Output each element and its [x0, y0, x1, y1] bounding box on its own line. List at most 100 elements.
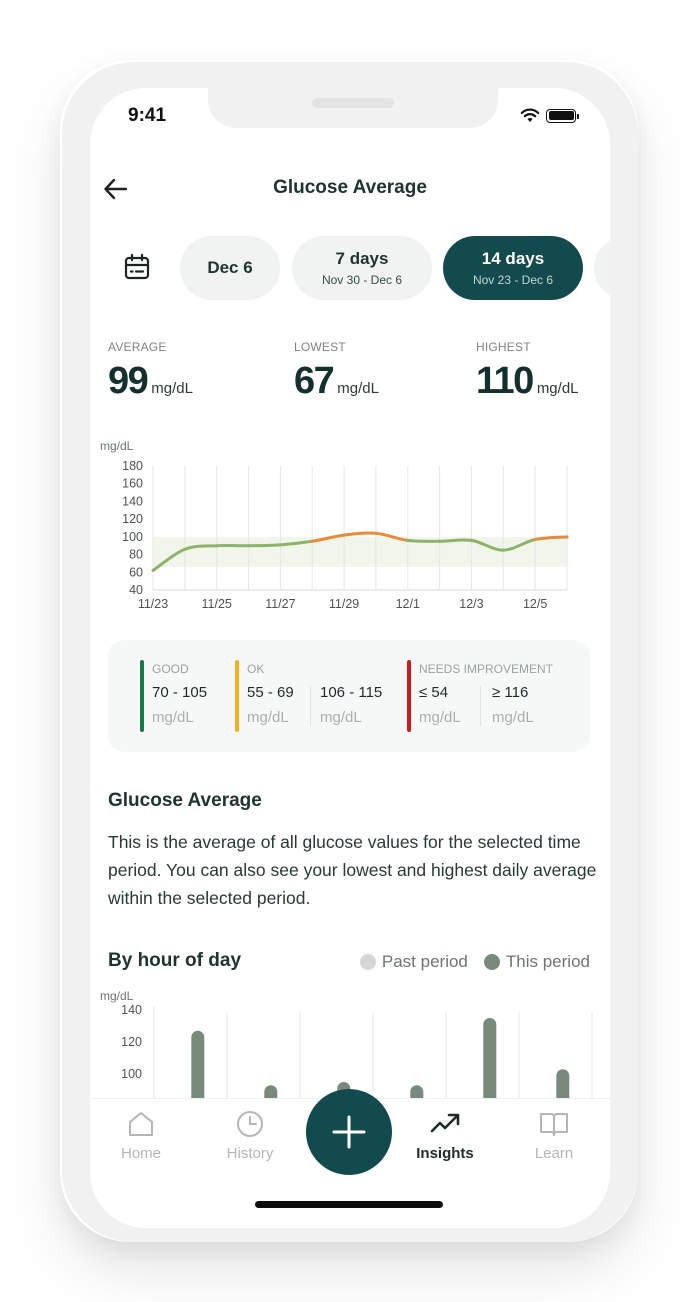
legend-good: GOOD 70 - 105 mg/dL — [140, 660, 230, 732]
tab-label: Home — [120, 1145, 161, 1162]
tab-home[interactable]: Home — [96, 1109, 186, 1162]
legend-good-bar — [140, 660, 144, 732]
bar-this-period — [556, 1069, 570, 1100]
y-tick-label: 120 — [122, 512, 143, 526]
status-time: 9:41 — [128, 105, 167, 126]
x-tick-label: 11/29 — [329, 597, 359, 611]
legend-past-period-label: Past period — [381, 952, 468, 971]
home-icon — [129, 1112, 153, 1136]
range-option-label: 14 days — [481, 249, 545, 268]
tab-learn[interactable]: Learn — [509, 1109, 599, 1162]
bar-this-period — [191, 1030, 205, 1100]
legend-range: 70 - 105 — [152, 684, 208, 701]
x-tick-label: 12/3 — [459, 597, 483, 611]
legend-range: ≥ 116 — [492, 684, 529, 701]
legend-divider — [310, 686, 311, 726]
x-tick-label: 12/5 — [523, 597, 547, 611]
legend-unit: mg/dL — [492, 709, 534, 726]
range-option-label: 7 days — [335, 249, 389, 268]
range-option-dates: Nov 23 - Dec 6 — [472, 273, 554, 287]
header: Glucose Average — [90, 174, 610, 204]
tab-label: Learn — [534, 1145, 574, 1162]
stat-unit: mg/dL — [337, 380, 379, 397]
status-icons — [520, 108, 579, 123]
legend-unit: mg/dL — [320, 709, 362, 726]
legend-needs-improvement: NEEDS IMPROVEMENT ≤ 54 mg/dL ≥ 116 mg/dL — [407, 660, 577, 732]
glucose-line-segment — [406, 538, 442, 543]
stat-unit: mg/dL — [151, 380, 193, 397]
y-axis-unit: mg/dL — [100, 990, 134, 1003]
tab-label: Insights — [416, 1145, 474, 1162]
glucose-line-chart: mg/dL 180 160 140 120 100 80 60 4011/23 11/25 11/2… — [100, 439, 569, 611]
speaker — [312, 98, 394, 108]
tab-insights[interactable]: Insights — [400, 1109, 490, 1162]
book-open-icon — [540, 1113, 568, 1136]
tab-history[interactable]: History — [205, 1109, 295, 1162]
range-option-14-days[interactable]: 14 days Nov 23 - Dec 6 — [443, 236, 583, 300]
tab-label: History — [226, 1145, 274, 1162]
legend-past-period[interactable]: Past period — [359, 952, 468, 972]
legend-ok-bar — [235, 660, 239, 732]
glucose-line-segment — [342, 531, 378, 537]
legend-this-period[interactable]: This period — [483, 952, 590, 972]
stat-label: LOWEST — [294, 340, 346, 354]
hour-of-day-header: By hour of day Past period This period — [108, 950, 590, 976]
hour-of-day-bar-chart: mg/dL140 120 100 — [100, 990, 593, 1100]
stat-highest: HIGHEST 110 mg/dL — [476, 340, 579, 403]
stats-row: AVERAGE 99 mg/dL LOWEST 67 mg/dL HIGHEST… — [108, 340, 598, 404]
range-option-day[interactable]: Dec 6 — [180, 236, 280, 300]
stat-average: AVERAGE 99 mg/dL — [108, 340, 193, 403]
hour-legend: Past period This period — [350, 952, 590, 972]
range-option-label: Dec 6 — [207, 258, 253, 277]
target-range-band — [153, 536, 567, 567]
notch — [208, 88, 498, 128]
y-tick-label: 100 — [121, 1067, 142, 1081]
hour-of-day-title: By hour of day — [108, 950, 242, 971]
range-legend-card: GOOD 70 - 105 mg/dL OK 55 - 69 mg/dL 106… — [108, 640, 590, 752]
y-tick-label: 180 — [122, 459, 143, 473]
legend-this-period-label: This period — [505, 952, 590, 971]
range-option-more[interactable] — [594, 236, 610, 300]
y-tick-label: 60 — [129, 565, 143, 579]
x-tick-label: 11/27 — [265, 597, 295, 611]
home-indicator — [255, 1201, 443, 1208]
stat-lowest: LOWEST 67 mg/dL — [294, 340, 379, 403]
description-body: This is the average of all glucose value… — [108, 832, 597, 908]
x-tick-label: 11/25 — [202, 597, 232, 611]
y-axis-unit: mg/dL — [100, 439, 134, 453]
legend-needs-improvement-bar — [407, 660, 411, 732]
range-option-7-days[interactable]: 7 days Nov 30 - Dec 6 — [292, 236, 432, 300]
page-title: Glucose Average — [273, 177, 427, 198]
stat-value: 110 — [476, 360, 534, 402]
phone-screen: 9:41 Glucose Average Dec 6 7 days Nov 30… — [90, 88, 610, 1228]
y-tick-label: 40 — [129, 583, 143, 597]
add-entry-button[interactable] — [306, 1089, 392, 1175]
x-tick-label: 12/1 — [396, 597, 420, 611]
legend-range: 55 - 69 — [247, 684, 294, 701]
legend-range: ≤ 54 — [419, 684, 449, 701]
legend-unit: mg/dL — [419, 709, 461, 726]
y-tick-label: 100 — [122, 530, 143, 544]
legend-unit: mg/dL — [247, 709, 289, 726]
past-period-dot-icon — [359, 954, 376, 970]
y-tick-label: 120 — [121, 1035, 142, 1049]
y-tick-label: 140 — [122, 494, 143, 508]
range-selector: Dec 6 7 days Nov 30 - Dec 6 14 days Nov … — [90, 236, 610, 300]
glucose-line-segment — [438, 538, 473, 543]
x-tick-label: 11/23 — [138, 597, 168, 611]
stat-value: 99 — [108, 360, 149, 402]
this-period-dot-icon — [483, 954, 500, 970]
description-title: Glucose Average — [108, 790, 262, 811]
legend-unit: mg/dL — [152, 709, 194, 726]
wifi-icon — [520, 108, 540, 122]
stat-value: 67 — [294, 360, 335, 402]
bar-this-period — [483, 1018, 497, 1100]
trending-up-icon — [430, 1113, 460, 1133]
legend-range: 106 - 115 — [320, 684, 383, 701]
calendar-button[interactable] — [122, 252, 152, 282]
legend-title: OK — [247, 662, 265, 676]
legend-ok: OK 55 - 69 mg/dL 106 - 115 mg/dL — [235, 660, 395, 732]
y-tick-label: 160 — [122, 477, 143, 491]
stat-unit: mg/dL — [536, 380, 579, 397]
y-tick-label: 80 — [129, 548, 143, 562]
